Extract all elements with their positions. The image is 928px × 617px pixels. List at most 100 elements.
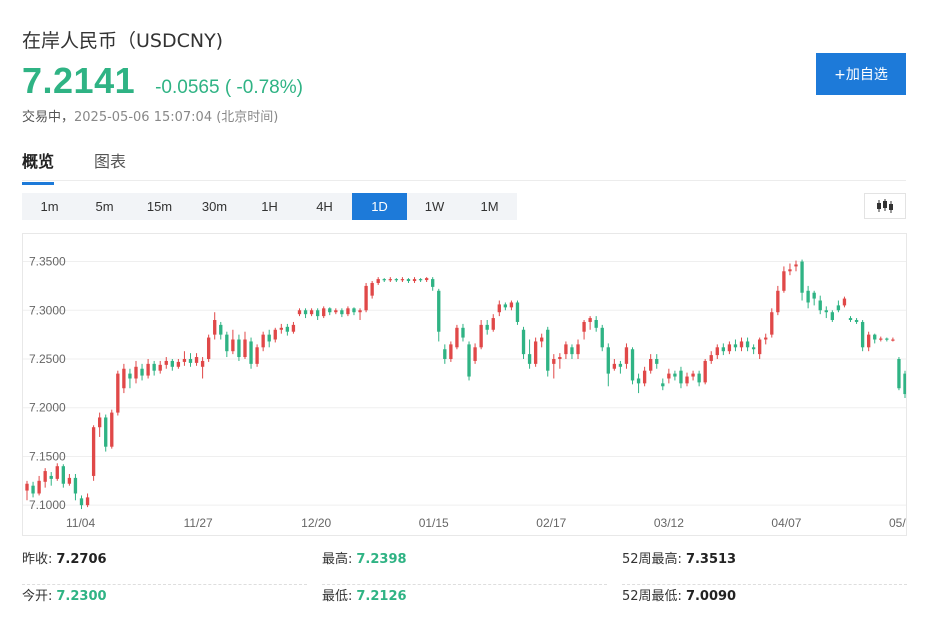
stat-prev-close: 昨收: 7.2706 xyxy=(22,548,307,585)
candle xyxy=(818,295,822,315)
price-chart[interactable]: 7.3500 7.3000 7.2500 7.2000 7.1500 7.1000 11/0… xyxy=(22,233,907,536)
candle xyxy=(206,334,211,362)
candle xyxy=(703,358,707,385)
stat-value: 7.3513 xyxy=(685,552,737,567)
add-to-watchlist-button[interactable]: +加自选 xyxy=(816,53,906,95)
candle xyxy=(431,277,435,291)
candle xyxy=(594,316,598,332)
candle xyxy=(176,358,181,369)
y-tick-label: 7.2000 xyxy=(29,401,66,415)
candle xyxy=(473,343,477,364)
candle xyxy=(49,472,53,486)
candle xyxy=(739,337,744,352)
candle xyxy=(67,473,72,486)
stats-row: 今开: 7.2300 最低: 7.2126 52周最低: 7.0090 xyxy=(22,585,908,617)
candle xyxy=(370,281,374,299)
period-1h[interactable]: 1H xyxy=(242,193,297,220)
candle xyxy=(860,320,865,352)
period-4h[interactable]: 4H xyxy=(297,193,352,220)
candle xyxy=(279,323,283,334)
candle xyxy=(745,337,750,352)
candle xyxy=(134,360,138,384)
candle xyxy=(255,344,259,367)
candle xyxy=(376,277,380,285)
stat-value: 7.2126 xyxy=(356,589,407,604)
x-tick-label: 05/0 xyxy=(889,516,907,530)
candle xyxy=(479,320,483,350)
candle xyxy=(437,288,441,342)
period-1m[interactable]: 1m xyxy=(22,193,77,220)
candle xyxy=(727,341,732,355)
candle xyxy=(806,285,810,309)
candle xyxy=(570,344,574,359)
candle xyxy=(334,308,338,315)
period-30m[interactable]: 30m xyxy=(187,193,242,220)
candle xyxy=(170,358,174,371)
candle xyxy=(903,370,906,398)
stat-52w-low: 52周最低: 7.0090 xyxy=(622,585,907,617)
y-tick-label: 7.3000 xyxy=(29,303,66,317)
candle xyxy=(558,353,562,369)
candle xyxy=(352,307,356,316)
x-tick-label: 03/12 xyxy=(654,516,684,530)
candle xyxy=(848,316,853,322)
price-change: -0.0565 ( -0.78%) xyxy=(155,77,303,98)
candle xyxy=(43,468,47,488)
stat-low: 最低: 7.2126 xyxy=(322,585,607,617)
candle xyxy=(91,425,96,481)
candle xyxy=(267,329,271,348)
candle xyxy=(55,463,59,481)
candle xyxy=(97,412,102,437)
candle xyxy=(243,331,247,359)
candle xyxy=(800,259,804,301)
candle xyxy=(213,312,217,340)
candle xyxy=(606,343,610,387)
candle xyxy=(194,353,199,366)
candle xyxy=(152,360,156,376)
x-tick-label: 01/15 xyxy=(419,516,449,530)
period-5m[interactable]: 5m xyxy=(77,193,132,220)
candle xyxy=(31,481,35,498)
current-price: 7.2141 xyxy=(22,60,136,101)
x-tick-label: 12/20 xyxy=(301,516,331,530)
candle xyxy=(382,278,386,283)
candle xyxy=(600,324,604,352)
candle xyxy=(291,321,296,334)
period-15m[interactable]: 15m xyxy=(132,193,187,220)
period-1d[interactable]: 1D xyxy=(352,193,407,220)
period-1mo[interactable]: 1M xyxy=(462,193,517,220)
candle xyxy=(721,343,726,356)
candle xyxy=(691,370,695,381)
candle xyxy=(812,290,816,306)
candle xyxy=(309,308,314,317)
candle xyxy=(200,357,205,379)
candle xyxy=(418,278,423,283)
period-1w[interactable]: 1W xyxy=(407,193,462,220)
candle xyxy=(715,344,719,359)
candle xyxy=(219,321,223,340)
candle xyxy=(485,320,489,335)
chart-type-button[interactable] xyxy=(864,193,906,219)
stat-label: 今开: xyxy=(22,589,53,604)
stat-value: 7.2706 xyxy=(56,552,107,567)
candle xyxy=(61,464,65,488)
candle xyxy=(297,308,302,317)
candle xyxy=(540,333,544,348)
candle xyxy=(758,337,762,359)
candle xyxy=(564,341,568,359)
candle xyxy=(521,326,526,359)
stat-label: 最高: xyxy=(322,552,353,567)
candle xyxy=(340,308,344,318)
candle xyxy=(624,343,629,369)
candle xyxy=(527,339,532,369)
candle xyxy=(37,475,41,496)
candle xyxy=(346,306,350,317)
candle xyxy=(128,368,132,389)
candle xyxy=(188,353,193,367)
stat-open: 今开: 7.2300 xyxy=(22,585,307,617)
x-tick-label: 02/17 xyxy=(536,516,566,530)
candle xyxy=(140,363,144,381)
stat-label: 最低: xyxy=(322,589,353,604)
candle xyxy=(576,339,580,359)
candle xyxy=(867,331,871,352)
